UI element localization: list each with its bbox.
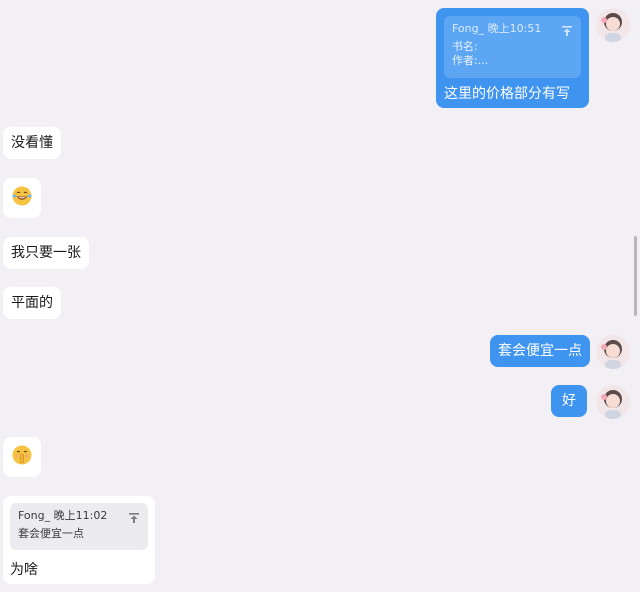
received-emoji-bubble[interactable] bbox=[3, 437, 41, 477]
user-avatar[interactable] bbox=[596, 385, 630, 419]
quoted-message-card[interactable]: Fong_ 晚上11:02 套会便宜一点 bbox=[10, 503, 148, 550]
jump-to-top-icon[interactable] bbox=[128, 510, 140, 523]
hushing-face-emoji-icon bbox=[11, 444, 33, 470]
message-text: 我只要一张 bbox=[11, 245, 81, 261]
quote-sender-time: Fong_ 晚上11:02 bbox=[18, 509, 108, 522]
quote-line: 套会便宜一点 bbox=[18, 527, 84, 540]
received-message-bubble[interactable]: 平面的 bbox=[3, 287, 61, 319]
sent-message-bubble[interactable]: 套会便宜一点 bbox=[490, 335, 590, 367]
message-text: 为啥 bbox=[10, 562, 38, 578]
message-text: 这里的价格部分有写 bbox=[444, 86, 570, 102]
sent-quote-message[interactable]: Fong_ 晚上10:51 书名: 作者:... 这里的价格部分有写 bbox=[436, 8, 589, 108]
received-emoji-bubble[interactable] bbox=[3, 178, 41, 218]
message-text: 套会便宜一点 bbox=[498, 343, 582, 359]
user-avatar[interactable] bbox=[596, 8, 630, 42]
quote-line: 书名: bbox=[452, 40, 478, 53]
sent-message-bubble[interactable]: 好 bbox=[551, 385, 587, 417]
message-text: 好 bbox=[562, 393, 576, 409]
received-message-bubble[interactable]: 没看懂 bbox=[3, 127, 61, 159]
quoted-message-card[interactable]: Fong_ 晚上10:51 书名: 作者:... bbox=[444, 16, 581, 78]
message-text: 平面的 bbox=[11, 295, 53, 311]
received-quote-message[interactable]: Fong_ 晚上11:02 套会便宜一点 为啥 bbox=[3, 496, 155, 584]
scrollbar[interactable] bbox=[634, 236, 637, 316]
jump-to-top-icon[interactable] bbox=[561, 23, 573, 36]
message-text: 没看懂 bbox=[11, 135, 53, 151]
quote-sender-time: Fong_ 晚上10:51 bbox=[452, 22, 542, 35]
laughing-tears-emoji-icon bbox=[11, 185, 33, 211]
user-avatar[interactable] bbox=[596, 335, 630, 369]
quote-line: 作者:... bbox=[452, 54, 489, 67]
received-message-bubble[interactable]: 我只要一张 bbox=[3, 237, 89, 269]
